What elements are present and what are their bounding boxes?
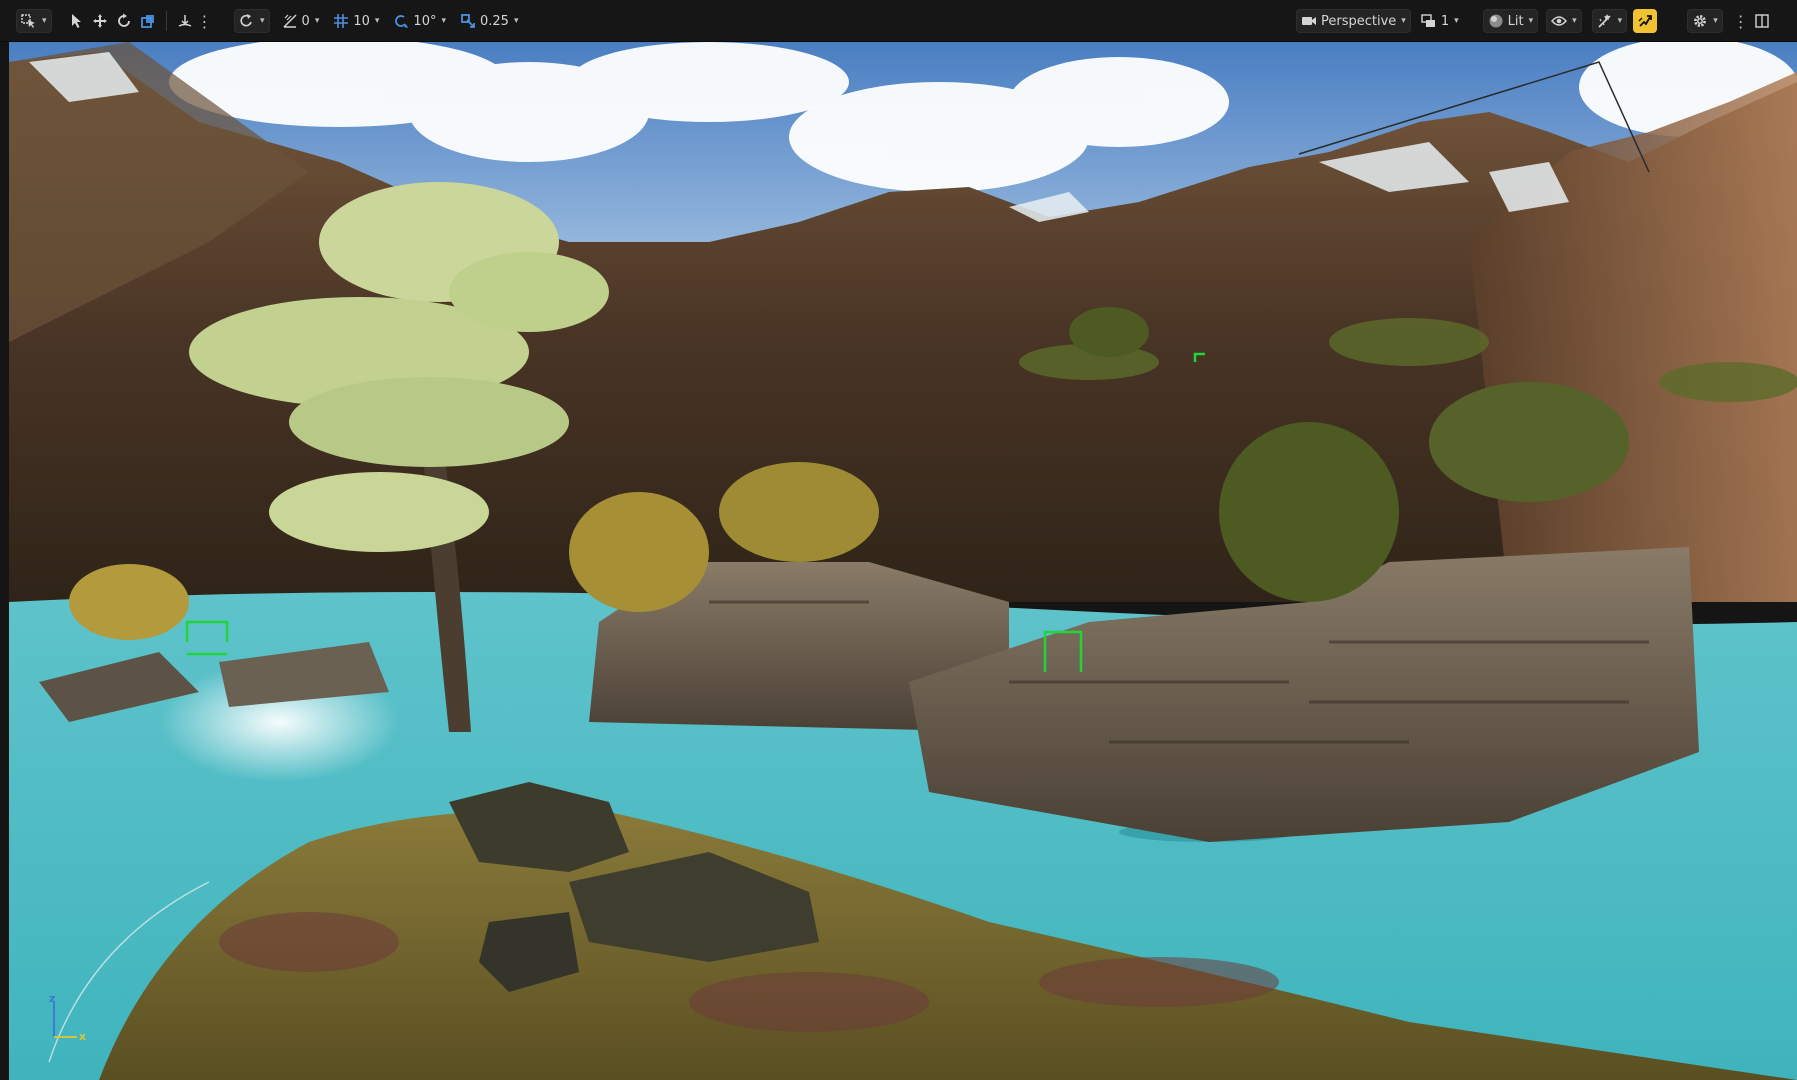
eye-icon — [1551, 16, 1568, 26]
chevron-down-icon: ▾ — [1713, 16, 1718, 26]
camera-icon — [1302, 17, 1316, 25]
chevron-down-icon: ▾ — [1617, 16, 1623, 26]
chevron-down-icon: ▾ — [374, 16, 380, 26]
view-mode-dropdown[interactable]: Lit ▾ — [1482, 9, 1539, 33]
chevron-down-icon: ▾ — [1528, 16, 1534, 26]
camera-label: Perspective — [1321, 13, 1397, 29]
realtime-icon — [1638, 15, 1653, 27]
translate-tool-button[interactable] — [88, 9, 112, 33]
chevron-down-icon: ▾ — [314, 16, 320, 26]
chevron-down-icon: ▾ — [260, 16, 265, 26]
level-viewport[interactable]: z x — [9, 42, 1797, 1080]
chevron-down-icon: ▾ — [1454, 16, 1459, 26]
scale-snap-button[interactable]: 0.25 ▾ — [456, 9, 522, 33]
grid-snap-value: 10 — [353, 13, 370, 29]
lit-label: Lit — [1507, 13, 1524, 29]
scale-tool-button[interactable] — [136, 9, 160, 33]
angle-snap-value: 0 — [301, 13, 310, 29]
chevron-down-icon: ▾ — [1572, 16, 1577, 26]
toolbar-divider — [165, 11, 167, 31]
scale-icon — [140, 15, 154, 28]
chevron-down-icon: ▾ — [42, 16, 47, 26]
world-local-dropdown[interactable]: ▾ — [234, 9, 270, 33]
surface-snap-icon — [178, 15, 191, 27]
viewport-toolbar: ▾ ⋮ ▾ 0 ▾ 10 ▾ 10° ▾ 0.25 ▾ Perspective … — [0, 0, 1797, 42]
surface-angle-icon — [283, 14, 297, 28]
layout-toggle-button[interactable] — [1751, 9, 1773, 33]
gear-icon — [1694, 15, 1707, 27]
lit-sphere-icon — [1489, 14, 1503, 28]
move-icon — [92, 14, 107, 28]
axis-x-label: x — [79, 1030, 87, 1043]
grid-snap-icon — [334, 14, 349, 28]
arrow-select-icon — [71, 14, 81, 28]
world-local-icon — [240, 14, 252, 27]
viewport-settings-dropdown[interactable]: ▾ — [1687, 9, 1723, 33]
rotate-icon — [117, 13, 130, 27]
show-flags-dropdown[interactable]: ▾ — [1546, 9, 1582, 33]
select-mode-icon — [21, 14, 35, 28]
transform-group: ▾ ⋮ — [16, 9, 213, 33]
chevron-down-icon: ▾ — [441, 16, 446, 26]
transform-options-icon[interactable]: ⋮ — [197, 12, 213, 31]
view-group: Perspective ▾ 1 ▾ Lit ▾ ▾ ▾ ▾ ⋮ — [1296, 9, 1773, 33]
surface-snap-button[interactable] — [173, 9, 197, 33]
rotate-tool-button[interactable] — [112, 9, 136, 33]
performance-dropdown[interactable]: ▾ — [1591, 9, 1628, 33]
snapping-group: ▾ 0 ▾ 10 ▾ 10° ▾ 0.25 ▾ — [234, 9, 522, 33]
angle-snap-button[interactable]: 0 ▾ — [278, 9, 324, 33]
rotation-snap-value: 10° — [413, 13, 437, 29]
select-mode-dropdown[interactable]: ▾ — [16, 9, 52, 33]
axis-z-label: z — [49, 992, 56, 1005]
scalability-icon — [1598, 14, 1611, 28]
scale-snap-value: 0.25 — [480, 13, 509, 29]
select-tool-button[interactable] — [66, 9, 88, 33]
panel-layout-icon — [1755, 14, 1769, 28]
grid-snap-button[interactable]: 10 ▾ — [329, 9, 383, 33]
scene-render — [9, 42, 1797, 1080]
game-view-toggle[interactable] — [1633, 9, 1658, 33]
viewport-layout-button[interactable]: 1 ▾ — [1417, 9, 1463, 33]
camera-dropdown[interactable]: Perspective ▾ — [1296, 9, 1411, 33]
chevron-down-icon: ▾ — [1401, 16, 1406, 26]
scale-snap-icon — [461, 14, 475, 28]
viewport-layout-icon — [1421, 14, 1435, 27]
viewport-left-border — [0, 42, 9, 1080]
chevron-down-icon: ▾ — [513, 16, 519, 26]
more-options-icon[interactable]: ⋮ — [1733, 12, 1749, 31]
rotation-snap-button[interactable]: 10° ▾ — [389, 9, 450, 33]
view-count: 1 — [1440, 13, 1450, 29]
rotation-snap-icon — [395, 15, 409, 28]
